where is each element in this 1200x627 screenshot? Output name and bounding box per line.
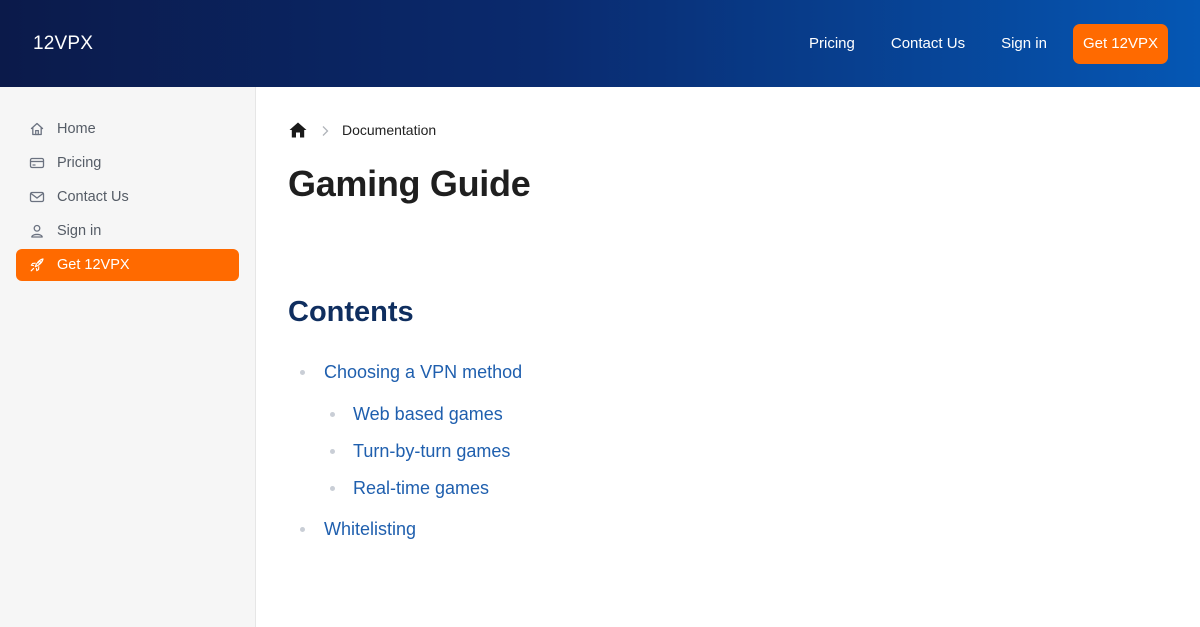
top-navbar: 12VPX Pricing Contact Us Sign in Get 12V… (0, 0, 1200, 87)
chevron-right-icon (320, 124, 330, 136)
sidebar-item-home[interactable]: Home (16, 113, 239, 145)
sidebar-item-label: Contact Us (57, 189, 129, 205)
user-icon (28, 222, 46, 240)
home-icon[interactable] (288, 121, 308, 139)
bullet-icon (330, 486, 335, 491)
credit-card-icon (28, 154, 46, 172)
toc-link-real-time-games[interactable]: Real-time games (353, 478, 489, 499)
bullet-icon (300, 370, 305, 375)
toc-item: Web based games (330, 404, 503, 425)
sidebar-item-label: Pricing (57, 155, 102, 171)
get-12vpx-button[interactable]: Get 12VPX (1072, 24, 1168, 64)
bullet-icon (330, 412, 335, 417)
toc-link-whitelisting[interactable]: Whitelisting (324, 519, 416, 540)
sidebar-item-label: Sign in (57, 223, 102, 239)
toc-item: Real-time games (330, 478, 489, 499)
top-nav-contact-link[interactable]: Contact Us (891, 24, 965, 64)
toc-link-web-based-games[interactable]: Web based games (353, 404, 503, 425)
sidebar-item-pricing[interactable]: Pricing (16, 147, 239, 179)
sidebar-item-contact[interactable]: Contact Us (16, 181, 239, 213)
toc-item: Whitelisting (300, 519, 416, 540)
top-nav-signin-link[interactable]: Sign in (1001, 24, 1047, 64)
toc-item: Choosing a VPN method (300, 362, 522, 383)
sidebar: Home Pricing Contact Us Sign in Get 12VP… (0, 87, 256, 627)
sidebar-item-get-12vpx[interactable]: Get 12VPX (16, 249, 239, 281)
breadcrumb: Documentation (288, 121, 588, 139)
page-title: Gaming Guide (288, 163, 531, 204)
sidebar-item-label: Home (57, 121, 96, 137)
brand-logo-text[interactable]: 12VPX (33, 33, 93, 55)
breadcrumb-current: Documentation (342, 122, 437, 138)
contents-heading: Contents (288, 296, 414, 328)
sidebar-item-signin[interactable]: Sign in (16, 215, 239, 247)
rocket-icon (28, 256, 46, 274)
top-nav-pricing-link[interactable]: Pricing (809, 24, 855, 64)
toc-item: Turn-by-turn games (330, 441, 510, 462)
mail-icon (28, 188, 46, 206)
toc-link-choosing-vpn-method[interactable]: Choosing a VPN method (324, 362, 522, 383)
bullet-icon (330, 449, 335, 454)
sidebar-item-label: Get 12VPX (57, 257, 130, 273)
toc-link-turn-by-turn-games[interactable]: Turn-by-turn games (353, 441, 510, 462)
top-nav: Pricing Contact Us Sign in Get 12VPX (773, 24, 1168, 64)
home-icon (28, 120, 46, 138)
bullet-icon (300, 527, 305, 532)
